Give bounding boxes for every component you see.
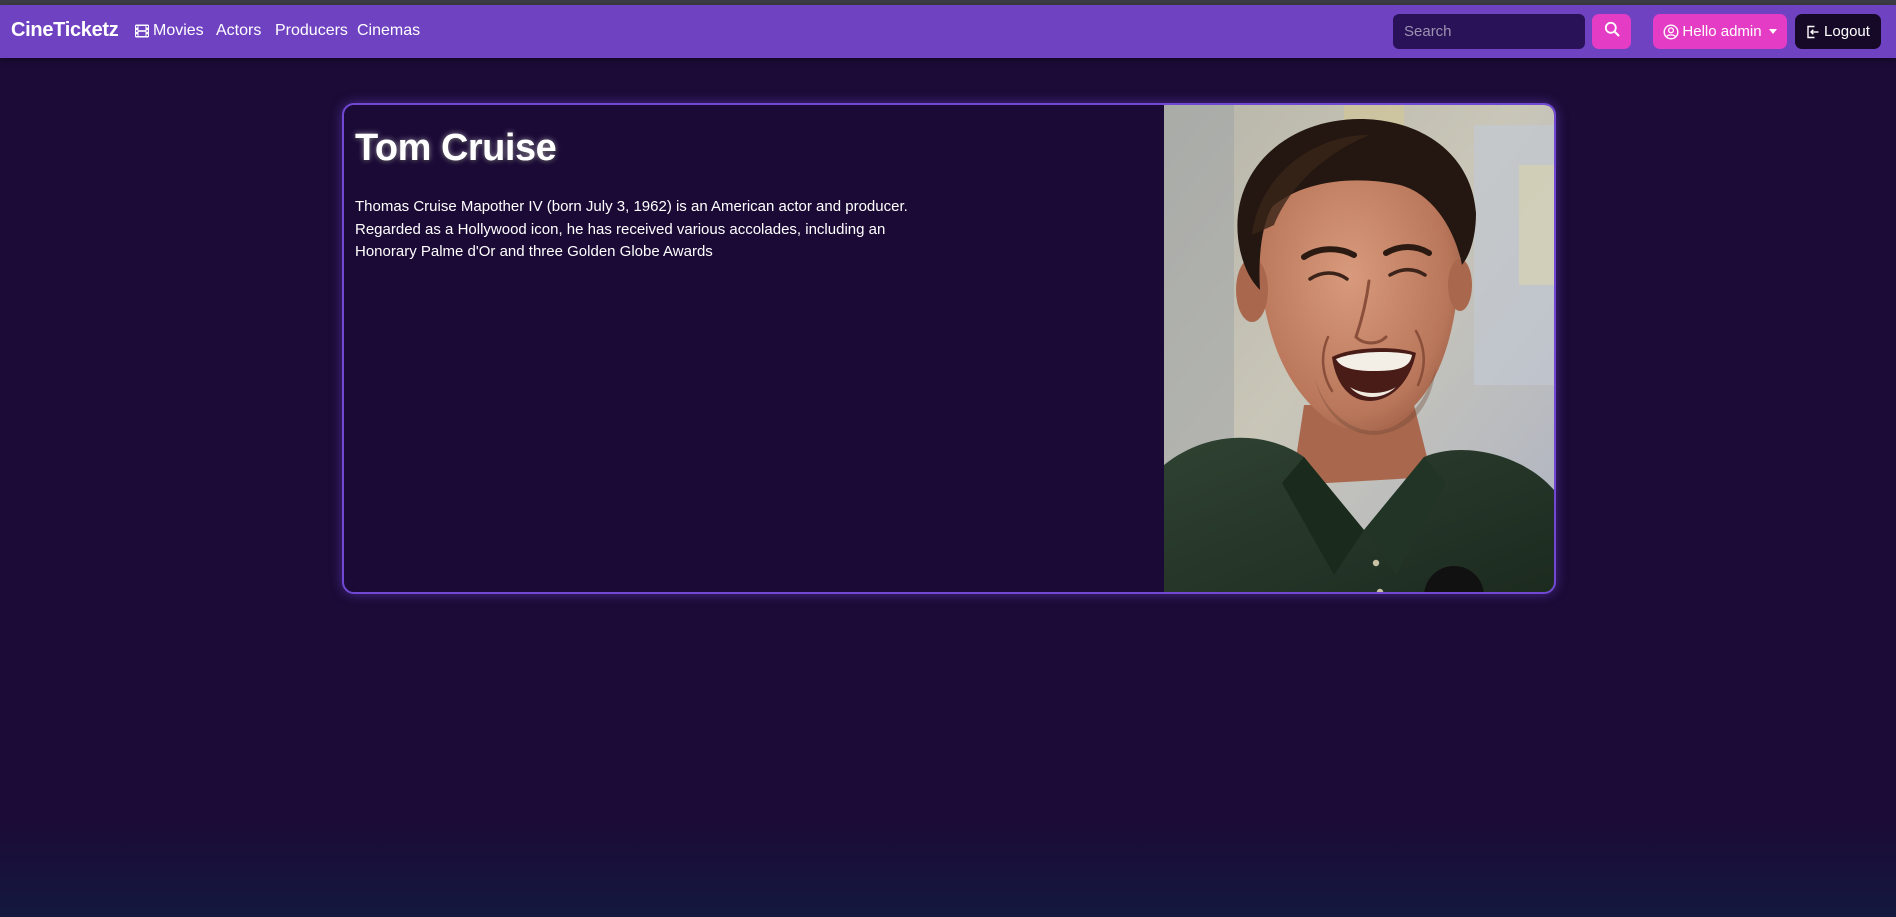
nav-link-cinemas[interactable]: Cinemas [357,22,420,40]
nav-link-label: Movies [153,22,204,39]
logout-button[interactable]: Logout [1795,14,1881,49]
actor-portrait [1164,105,1554,592]
user-dropdown-button[interactable]: Hello admin [1653,14,1787,49]
navbar: CineTicketz Movies Actors Producers Cine… [0,5,1896,58]
search-input[interactable] [1393,14,1585,49]
chevron-down-icon [1768,29,1777,34]
logout-label: Logout [1824,23,1870,40]
user-circle-icon [1663,23,1679,40]
logout-icon [1806,25,1820,39]
actor-name: Tom Cruise [355,127,557,169]
nav-link-movies[interactable]: Movies [134,22,204,40]
nav-link-actors[interactable]: Actors [216,22,261,40]
nav-link-producers[interactable]: Producers [275,22,348,40]
actor-bio: Thomas Cruise Mapother IV (born July 3, … [355,198,908,260]
search-icon [1604,21,1620,42]
film-icon [134,23,150,39]
actor-card: Tom Cruise Thomas Cruise Mapother IV (bo… [342,103,1556,594]
brand-logo[interactable]: CineTicketz [11,19,119,42]
search-button[interactable] [1592,14,1631,49]
user-greeting: Hello admin [1682,23,1762,40]
